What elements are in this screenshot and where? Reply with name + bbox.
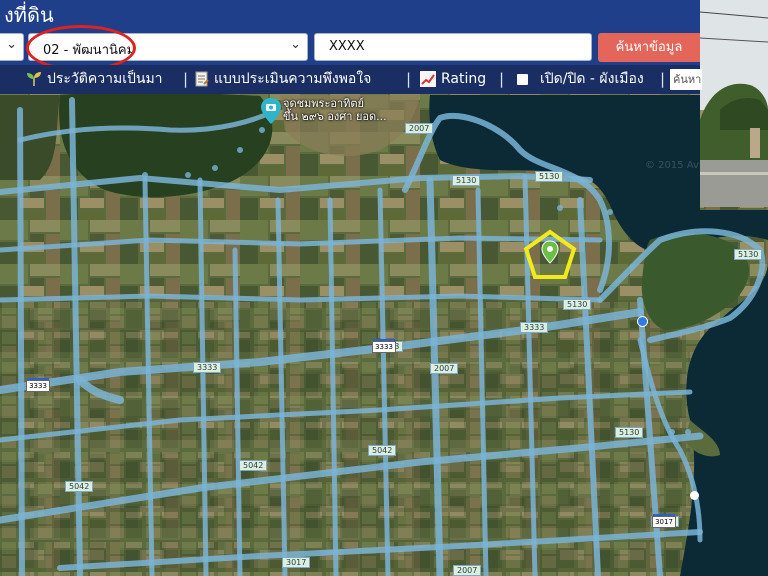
poi-label-line2: ขึ้น ๒๙๖ องศา ยอด... xyxy=(283,110,387,123)
road-label: 5130 xyxy=(535,171,564,182)
nav-separator: | xyxy=(183,70,189,88)
road-label: 5130 xyxy=(734,249,763,260)
app-header: งที่ดิน xyxy=(0,0,700,30)
road-label: 3333 xyxy=(193,362,222,373)
nav-item-rating[interactable]: Rating xyxy=(420,69,486,89)
nav-item-label: แบบประเมินความพึงพอใจ xyxy=(214,71,372,87)
chevron-down-icon: ⌄ xyxy=(290,37,301,52)
highway-shield: 3017 xyxy=(652,514,676,528)
highway-shield: 3333 xyxy=(26,378,50,392)
nav-item-label: ประวัติความเป็นมา xyxy=(47,71,163,87)
document-icon xyxy=(195,71,209,87)
road-label: 3017 xyxy=(282,557,311,568)
chevron-down-icon: ⌄ xyxy=(6,37,17,52)
road-label: 5130 xyxy=(452,175,481,186)
map-copyright: © 2015 Avi xyxy=(645,160,702,171)
nav-item-history[interactable]: ประวัติความเป็นมา xyxy=(26,69,163,89)
nav-separator: | xyxy=(499,70,505,88)
nav-item-label: Rating xyxy=(441,71,487,87)
parcel-marker-icon[interactable] xyxy=(523,228,577,286)
nav-item-label: เปิด/ปิด - ผังเมือง xyxy=(540,71,644,87)
nav-item-survey[interactable]: แบบประเมินความพึงพอใจ xyxy=(195,69,371,89)
road-label: 5042 xyxy=(65,481,94,492)
province-select[interactable]: ⌄ xyxy=(0,33,24,61)
district-select[interactable]: 02 - พัฒนานิคม ⌄ xyxy=(28,33,308,61)
road-label: 5042 xyxy=(239,460,268,471)
search-bar: ⌄ 02 - พัฒนานิคม ⌄ XXXX ค้นหาข้อมูล xyxy=(0,30,700,65)
info-marker-icon[interactable] xyxy=(637,316,648,327)
highway-shield: 3333 xyxy=(372,339,396,353)
nav-separator: | xyxy=(0,69,1,89)
nav-item-zoning-toggle[interactable]: เปิด/ปิด - ผังเมือง xyxy=(517,69,644,89)
road-label: 2007 xyxy=(405,123,434,134)
quick-search-input[interactable]: ค้นหา xyxy=(670,69,702,90)
page-title: งที่ดิน xyxy=(4,3,54,27)
district-value: 02 - พัฒนานิคม xyxy=(43,43,136,58)
search-button[interactable]: ค้นหาข้อมูล xyxy=(598,33,700,62)
nav-separator: | xyxy=(406,70,412,88)
sprout-icon xyxy=(27,72,41,86)
poi-label-line1: จุดชมพระอาทิตย์ xyxy=(283,97,364,110)
map-app: จุดชมพระอาทิตย์ ขึ้น ๒๙๖ องศา ยอด... © 2… xyxy=(0,0,768,576)
zoning-checkbox[interactable] xyxy=(517,73,528,85)
map-marker-dot[interactable] xyxy=(690,491,699,500)
nav-separator: | xyxy=(660,70,666,88)
streetview-thumbnail[interactable] xyxy=(700,0,768,207)
road-label: 3333 xyxy=(520,322,549,333)
road-label: 5130 xyxy=(615,427,644,438)
road-label: 5130 xyxy=(563,299,592,310)
nav-bar: | ประวัติความเป็นมา | แบบประเมินความพึงพ… xyxy=(0,65,702,94)
road-label: 5042 xyxy=(368,445,397,456)
poi-label: จุดชมพระอาทิตย์ ขึ้น ๒๙๖ องศา ยอด... xyxy=(283,97,387,123)
camera-icon[interactable] xyxy=(261,98,281,128)
parcel-number-input[interactable]: XXXX xyxy=(314,33,592,61)
chart-icon xyxy=(420,71,436,87)
road-label: 2007 xyxy=(430,363,459,374)
road-label: 2007 xyxy=(453,565,482,576)
